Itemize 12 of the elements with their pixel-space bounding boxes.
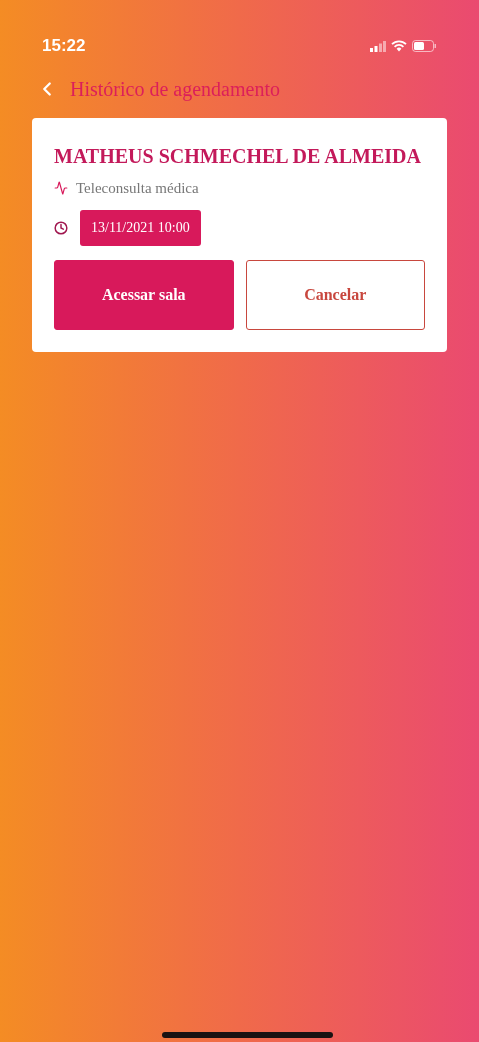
access-room-button[interactable]: Acessar sala bbox=[54, 259, 234, 330]
service-type: Teleconsulta médica bbox=[76, 179, 199, 198]
wifi-icon bbox=[391, 40, 407, 52]
battery-icon bbox=[412, 40, 437, 52]
signal-icon bbox=[370, 40, 386, 52]
datetime-tag: 13/11/2021 10:00 bbox=[80, 209, 201, 246]
cancel-button[interactable]: Cancelar bbox=[245, 259, 425, 330]
clock-icon bbox=[54, 220, 68, 235]
page-title: Histórico de agendamento bbox=[70, 77, 280, 103]
patient-name: MATHEUS SCHMECHEL DE ALMEIDA bbox=[54, 144, 422, 169]
status-time: 15:22 bbox=[42, 35, 86, 58]
pulse-icon bbox=[54, 181, 68, 196]
